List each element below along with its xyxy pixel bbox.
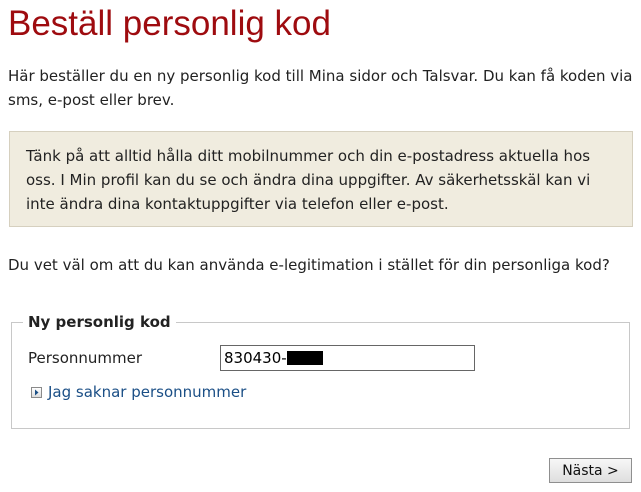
missing-personnummer-link[interactable]: Jag saknar personnummer bbox=[31, 381, 246, 403]
e-legitimation-text: Du vet väl om att du kan använda e-legit… bbox=[8, 256, 610, 274]
notice-box: Tänk på att alltid hålla ditt mobilnumme… bbox=[9, 131, 633, 227]
intro-text: Här beställer du en ny personlig kod til… bbox=[8, 67, 633, 109]
next-button[interactable]: Nästa > bbox=[549, 458, 632, 483]
missing-personnummer-link-text[interactable]: Jag saknar personnummer bbox=[48, 381, 246, 403]
notice-text: Tänk på att alltid hålla ditt mobilnumme… bbox=[26, 147, 591, 213]
page-title: Beställ personlig kod bbox=[8, 4, 331, 43]
personnummer-label: Personnummer bbox=[28, 349, 143, 367]
personnummer-input[interactable]: 830430- bbox=[220, 345, 475, 371]
fieldset-legend: Ny personlig kod bbox=[23, 311, 176, 333]
redacted-block bbox=[286, 351, 323, 365]
new-code-fieldset: Ny personlig kod Personnummer 830430- Ja… bbox=[11, 311, 630, 429]
personnummer-value: 830430- bbox=[224, 349, 287, 367]
arrow-right-icon bbox=[31, 386, 42, 398]
